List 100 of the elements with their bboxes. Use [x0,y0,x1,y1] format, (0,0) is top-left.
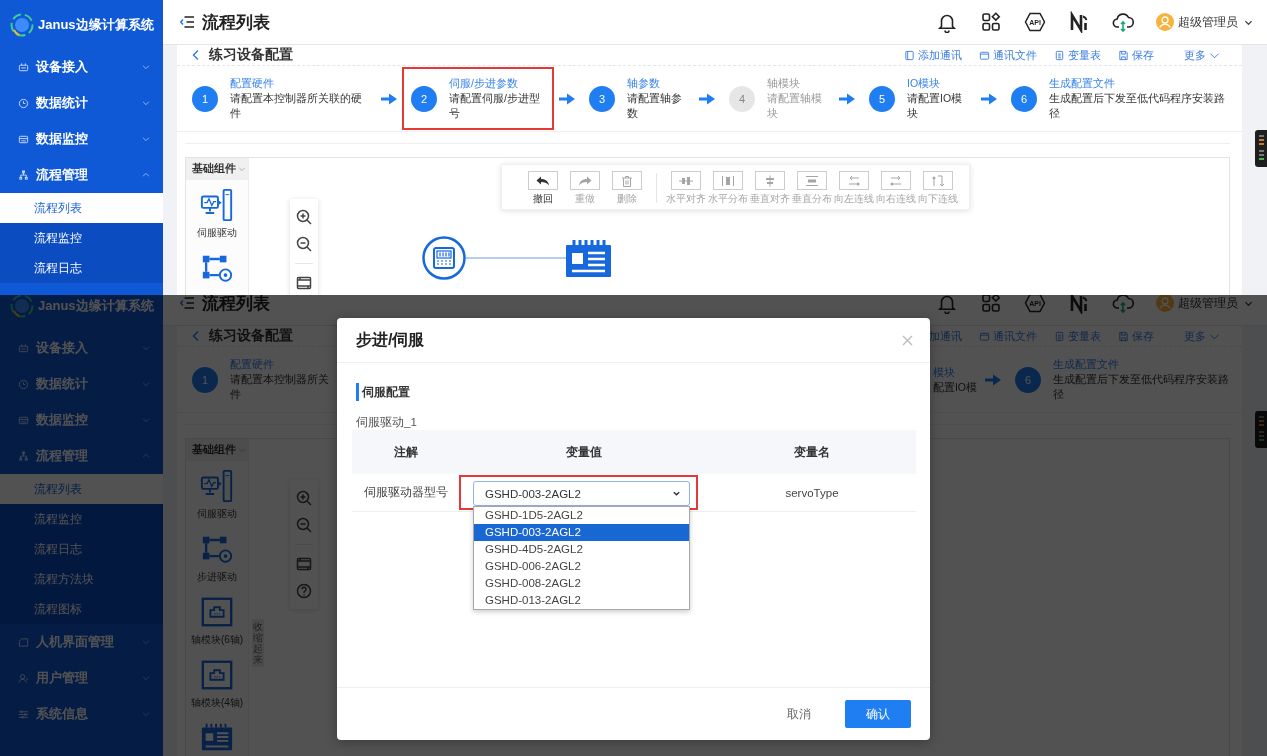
menu-item[interactable]: 流程管理 [0,438,163,474]
arrow-right-icon [839,92,855,105]
trash-icon [619,174,635,187]
menu-item[interactable]: 人机界面管理 [0,624,163,660]
menu-item[interactable]: 数据统计 [0,366,163,402]
meter-widget-icon[interactable] [1255,130,1267,167]
submenu-item[interactable]: 流程日志 [0,253,163,283]
submenu-item[interactable]: 流程列表 [0,193,163,223]
fit-screen-icon[interactable] [296,275,312,291]
dropdown-option[interactable]: GSHD-1D5-2AGL2 [474,507,689,524]
column-header: 变量名 [794,443,830,461]
clock-icon [18,97,29,109]
toolbar-link[interactable]: 变量表 [1054,47,1101,63]
submenu-item[interactable]: 流程图标 [0,594,163,624]
chevron-down-icon [238,165,246,173]
menu-item[interactable]: 数据监控 [0,121,163,157]
submenu-item[interactable]: 流程监控 [0,223,163,253]
submenu-item[interactable]: 流程日志 [0,534,163,564]
meter-node-icon[interactable] [422,236,466,280]
monitor-icon [18,133,29,145]
toolbar-link[interactable]: 通讯文件 [979,328,1037,344]
hierarchy-icon [18,169,29,181]
dropdown-option[interactable]: GSHD-008-2AGL2 [474,575,689,592]
select-field[interactable]: GSHD-003-2AGL2 [473,481,690,506]
chevron-down-icon [672,489,681,498]
palette-item[interactable]: 伺服驱动 [186,180,248,243]
step-description: 生成配置后下发至低代码程序安装路径 [1053,372,1230,402]
avatar-icon [1156,13,1174,31]
hierarchy-icon [18,450,29,462]
dropdown-option[interactable]: GSHD-013-2AGL2 [474,592,689,609]
help-icon[interactable] [296,583,312,599]
step-description: 生成配置后下发至低代码程序安装路径 [1049,91,1226,121]
circuit-board-node-icon[interactable] [566,240,611,277]
more-menu[interactable]: 更多 [1184,328,1220,344]
back-icon[interactable] [192,330,200,342]
menu-item[interactable]: 数据监控 [0,402,163,438]
step-number: 5 [869,85,895,112]
page-title: 流程列表 [202,11,270,34]
step-number: 4 [729,85,755,112]
step-title: 配置硬件 [230,76,274,91]
user-menu[interactable]: 超级管理员 [1156,295,1253,312]
submenu-item[interactable]: 流程方法块 [0,564,163,594]
table-cell: servoType [785,486,839,499]
n-signal-icon[interactable] [1068,11,1090,33]
step-description: 配置IO模 [932,379,977,395]
dropdown-option[interactable]: GSHD-4D5-2AGL2 [474,541,689,558]
zoom-out-icon[interactable] [296,236,312,252]
step-description: 请配置轴模块 [767,91,823,121]
toolbar-link[interactable]: 保存 [1118,328,1154,344]
arrow-right-icon [381,92,397,105]
menu-item[interactable]: 设备接入 [0,49,163,85]
dialog-title: 步进/伺服 [356,329,425,350]
arrow-right-icon [559,92,575,105]
step-description: 请配置轴参数 [627,91,683,121]
toolbar-link[interactable]: 添加通讯 [904,47,962,63]
app-name: Janus边缘计算系统 [38,296,154,315]
step-title: IO模块 [907,76,941,91]
app-name: Janus边缘计算系统 [38,15,154,34]
menu-item[interactable]: 设备接入 [0,330,163,366]
zoom-in-icon[interactable] [296,209,312,225]
user-menu[interactable]: 超级管理员 [1156,13,1253,31]
step-title: 轴模块 [767,76,800,91]
ethernet-port-icon [200,595,234,629]
logo-icon [10,12,34,37]
cancel-button[interactable]: 取消 [766,700,832,728]
arrow-right-icon [981,92,997,105]
step-title: 模块 [932,364,955,380]
palette-dropdown[interactable]: 基础组件 [186,439,248,461]
step-number: 1 [192,366,218,393]
group-label: 伺服驱动_1 [356,415,417,429]
palette-dropdown[interactable]: 基础组件 [186,158,248,180]
toolbar-link[interactable]: 通讯文件 [979,47,1037,63]
dropdown-option[interactable]: GSHD-006-2AGL2 [474,558,689,575]
confirm-button[interactable]: 确认 [845,700,911,728]
menu-item[interactable]: 用户管理 [0,660,163,696]
more-menu[interactable]: 更多 [1184,47,1220,63]
close-icon[interactable] [902,334,913,346]
menu-item[interactable]: 流程管理 [0,157,163,193]
apps-icon[interactable] [980,11,1002,33]
undo-icon [535,174,551,187]
submenu-item[interactable]: 流程监控 [0,504,163,534]
cloud-sync-icon[interactable] [1112,11,1134,33]
collapse-menu-icon[interactable] [180,16,194,28]
menu-item[interactable]: 数据统计 [0,85,163,121]
page-heading: 练习设备配置 [209,327,293,345]
toolbar-link[interactable]: 保存 [1118,47,1154,63]
link-right-icon [888,174,904,187]
toolbar-button[interactable]: 撤回 [522,171,564,205]
clock-icon [18,378,29,390]
save-icon [1118,49,1129,61]
distribute-vertical-icon [804,174,820,187]
sliders-icon [18,708,29,720]
step-number: 2 [411,85,437,112]
submenu-item[interactable]: 流程列表 [0,474,163,504]
back-icon[interactable] [192,49,200,61]
menu-item[interactable]: 系统信息 [0,696,163,732]
step-description: 请配置伺服/步进型号 [449,91,541,121]
step-description: 件 [230,387,241,402]
dropdown-option[interactable]: GSHD-003-2AGL2 [474,524,689,541]
column-header: 注解 [393,443,418,461]
